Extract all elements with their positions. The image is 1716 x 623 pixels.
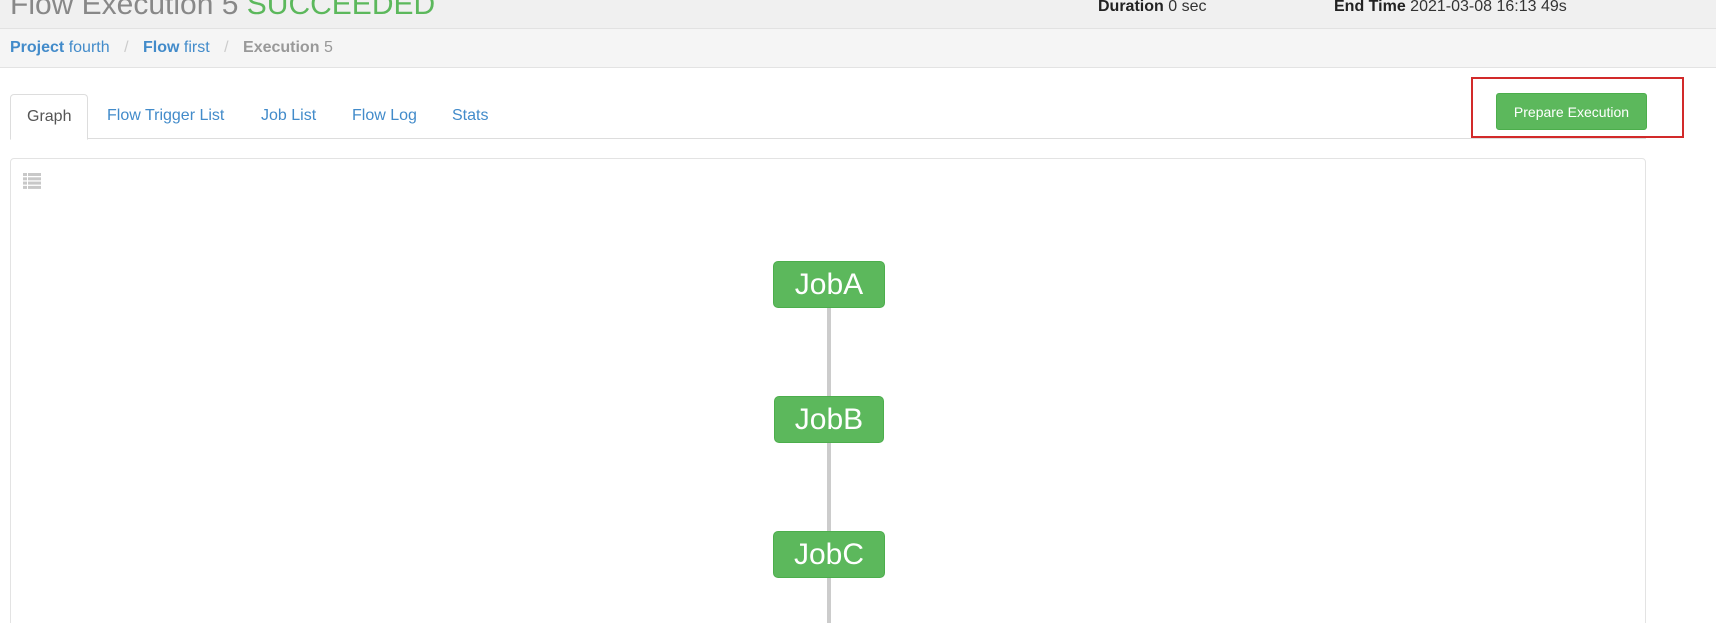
graph-edge-jobc-next: [827, 576, 831, 623]
execution-tabs: Graph Flow Trigger List Job List Flow Lo…: [10, 94, 1646, 140]
end-time-value: 2021-03-08 16:13 49s: [1410, 0, 1567, 15]
tab-flow-trigger-list[interactable]: Flow Trigger List: [91, 94, 240, 139]
breadcrumb-separator: /: [124, 39, 129, 56]
breadcrumb-project-value: fourth: [68, 39, 110, 56]
graph-node-jobb[interactable]: JobB: [774, 396, 884, 443]
breadcrumb-flow-label: Flow: [142, 39, 180, 56]
duration-value: 0 sec: [1168, 0, 1207, 15]
breadcrumb-flow[interactable]: Flow first: [143, 39, 214, 56]
execution-status: SUCCEEDED: [246, 0, 436, 21]
tab-stats[interactable]: Stats: [436, 94, 504, 139]
tab-job-list[interactable]: Job List: [245, 94, 332, 139]
breadcrumb-separator: /: [224, 39, 229, 56]
prepare-execution-button[interactable]: Prepare Execution: [1496, 93, 1647, 130]
breadcrumb-project-label: Project: [10, 39, 65, 56]
graph-node-joba[interactable]: JobA: [773, 261, 885, 308]
graph-edge-joba-jobb: [827, 306, 831, 398]
breadcrumb-flow-value: first: [183, 39, 210, 56]
end-time-info: End Time 2021-03-08 16:13 49s: [1334, 0, 1567, 16]
breadcrumb-project[interactable]: Project fourth: [10, 39, 114, 56]
graph-node-jobc[interactable]: JobC: [773, 531, 885, 578]
breadcrumb-execution: Execution 5: [243, 39, 333, 56]
breadcrumb-execution-label: Execution: [243, 39, 320, 56]
page-title-text: Flow Execution 5: [10, 0, 239, 21]
breadcrumb: Project fourth / Flow first / Execution …: [10, 39, 333, 57]
duration-label: Duration: [1098, 0, 1164, 15]
graph-edge-jobb-jobc: [827, 441, 831, 533]
list-icon[interactable]: [23, 173, 41, 189]
breadcrumb-execution-value: 5: [323, 39, 333, 56]
execution-header: Flow Execution 5 SUCCEEDED Duration 0 se…: [0, 0, 1716, 29]
page-title: Flow Execution 5 SUCCEEDED: [10, 0, 435, 22]
breadcrumb-bar: Project fourth / Flow first / Execution …: [0, 29, 1716, 68]
end-time-label: End Time: [1334, 0, 1406, 15]
duration-info: Duration 0 sec: [1098, 0, 1206, 16]
tab-flow-log[interactable]: Flow Log: [336, 94, 433, 139]
tab-graph[interactable]: Graph: [10, 94, 89, 140]
